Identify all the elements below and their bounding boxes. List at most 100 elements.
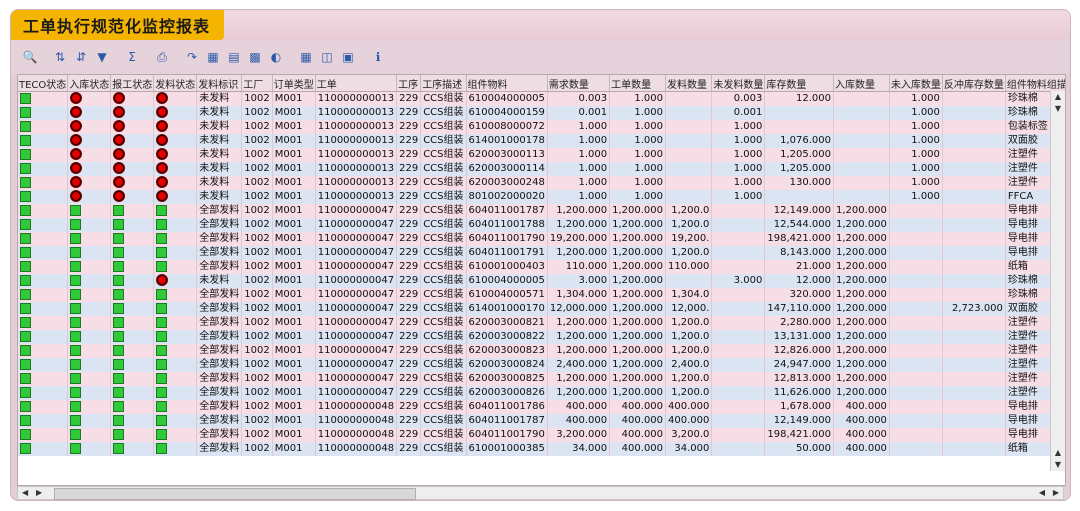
table-cell[interactable] <box>889 246 943 260</box>
table-cell[interactable]: 1,200.0 <box>665 344 713 358</box>
table-cell[interactable]: CCS组装 <box>420 190 467 204</box>
status-cell[interactable] <box>67 414 112 428</box>
table-cell[interactable]: 12.000 <box>764 274 835 288</box>
table-cell[interactable]: 1002 <box>241 400 273 414</box>
table-cell[interactable] <box>711 316 766 330</box>
table-cell[interactable]: 1,200.000 <box>833 232 890 246</box>
table-cell[interactable]: 1002 <box>241 372 273 386</box>
table-cell[interactable]: CCS组装 <box>420 358 467 372</box>
status-cell[interactable] <box>18 246 69 260</box>
table-cell[interactable]: 全部发料 <box>196 288 243 302</box>
table-cell[interactable]: CCS组装 <box>420 246 467 260</box>
table-cell[interactable]: 110000000047 <box>315 274 398 288</box>
status-cell[interactable] <box>110 372 155 386</box>
table-cell[interactable]: 604011001791 <box>466 246 548 260</box>
table-cell[interactable]: 1,200.000 <box>609 232 667 246</box>
column-header[interactable]: 报工状态 <box>110 75 155 92</box>
table-cell[interactable]: 110000000013 <box>315 134 398 148</box>
column-header[interactable]: TECO状态 <box>18 75 69 92</box>
table-cell[interactable] <box>889 288 943 302</box>
table-cell[interactable]: 229 <box>396 120 422 134</box>
table-cell[interactable]: 604011001790 <box>466 232 548 246</box>
table-cell[interactable]: 19,200. <box>665 232 713 246</box>
status-cell[interactable] <box>18 148 69 162</box>
table-cell[interactable]: 未发料 <box>196 120 243 134</box>
status-cell[interactable] <box>153 176 198 190</box>
table-cell[interactable]: 12.000 <box>764 91 835 106</box>
table-cell[interactable] <box>833 134 890 148</box>
table-row[interactable]: 未发料 1002 M001 110000000013 229 CCS组装 610008000… <box>18 120 1065 134</box>
status-cell[interactable] <box>18 428 69 442</box>
table-cell[interactable]: 1.000 <box>609 176 667 190</box>
table-cell[interactable]: 110000000047 <box>315 218 398 232</box>
table-cell[interactable]: 229 <box>396 190 422 204</box>
table-cell[interactable]: 未发料 <box>196 176 243 190</box>
table-cell[interactable] <box>665 134 713 148</box>
column-header[interactable]: 反冲库存数量 <box>942 75 1006 92</box>
table-cell[interactable] <box>711 344 766 358</box>
status-cell[interactable] <box>110 218 155 232</box>
table-cell[interactable]: 未发料 <box>196 134 243 148</box>
table-cell[interactable]: 1,200.000 <box>833 330 890 344</box>
table-cell[interactable]: 2,723.000 <box>942 302 1006 316</box>
table-cell[interactable]: CCS组装 <box>420 302 467 316</box>
table-cell[interactable]: 229 <box>396 288 422 302</box>
table-cell[interactable]: 1002 <box>241 302 273 316</box>
table-cell[interactable]: M001 <box>272 148 316 162</box>
table-cell[interactable] <box>942 148 1006 162</box>
table-cell[interactable]: 2,400.0 <box>665 358 713 372</box>
table-cell[interactable]: 0.001 <box>547 106 611 120</box>
status-cell[interactable] <box>110 358 155 372</box>
status-cell[interactable] <box>18 386 69 400</box>
table-cell[interactable] <box>764 106 835 120</box>
table-cell[interactable]: CCS组装 <box>420 442 467 456</box>
table-cell[interactable]: 19,200.000 <box>547 232 611 246</box>
table-row[interactable]: 未发料 1002 M001 110000000013 229 CCS组装 620003000… <box>18 176 1065 190</box>
status-cell[interactable] <box>153 274 198 288</box>
column-header[interactable]: 未发料数量 <box>711 75 766 92</box>
table-cell[interactable]: 610001000403 <box>466 260 548 274</box>
table-cell[interactable]: 12,149.000 <box>764 414 835 428</box>
table-cell[interactable]: 229 <box>396 414 422 428</box>
table-cell[interactable]: 1002 <box>241 232 273 246</box>
table-cell[interactable]: 110000000048 <box>315 414 398 428</box>
table-cell[interactable] <box>942 218 1006 232</box>
table-cell[interactable] <box>889 442 943 456</box>
table-cell[interactable]: 229 <box>396 358 422 372</box>
table-cell[interactable]: 1,200.000 <box>547 372 611 386</box>
table-cell[interactable]: 1,200.000 <box>833 204 890 218</box>
table-cell[interactable] <box>942 190 1006 204</box>
table-cell[interactable]: 1002 <box>241 190 273 204</box>
table-cell[interactable] <box>711 232 766 246</box>
status-cell[interactable] <box>67 106 112 120</box>
table-cell[interactable] <box>942 274 1006 288</box>
table-cell[interactable]: 1.000 <box>711 148 766 162</box>
table-cell[interactable] <box>711 372 766 386</box>
table-cell[interactable]: 110000000047 <box>315 344 398 358</box>
status-cell[interactable] <box>153 316 198 330</box>
table-cell[interactable]: 110000000048 <box>315 400 398 414</box>
table-cell[interactable]: 1,200.000 <box>833 344 890 358</box>
table-cell[interactable]: 614001000170 <box>466 302 548 316</box>
table-cell[interactable] <box>942 288 1006 302</box>
table-cell[interactable]: 229 <box>396 260 422 274</box>
status-cell[interactable] <box>153 386 198 400</box>
table-cell[interactable]: 24,947.000 <box>764 358 835 372</box>
status-cell[interactable] <box>67 316 112 330</box>
table-cell[interactable] <box>942 91 1006 106</box>
table-cell[interactable]: M001 <box>272 232 316 246</box>
status-cell[interactable] <box>110 316 155 330</box>
table-cell[interactable] <box>942 134 1006 148</box>
table-cell[interactable] <box>711 302 766 316</box>
table-cell[interactable]: 1,205.000 <box>764 148 835 162</box>
column-header[interactable]: 订单类型 <box>272 75 316 92</box>
table-cell[interactable]: 1002 <box>241 414 273 428</box>
table-cell[interactable]: 1,200.0 <box>665 218 713 232</box>
status-cell[interactable] <box>18 91 69 106</box>
table-cell[interactable] <box>833 162 890 176</box>
table-cell[interactable]: 1,200.000 <box>609 204 667 218</box>
status-cell[interactable] <box>67 400 112 414</box>
scroll-left-icon[interactable]: ◀ <box>22 487 28 499</box>
status-cell[interactable] <box>153 400 198 414</box>
table-cell[interactable]: CCS组装 <box>420 414 467 428</box>
